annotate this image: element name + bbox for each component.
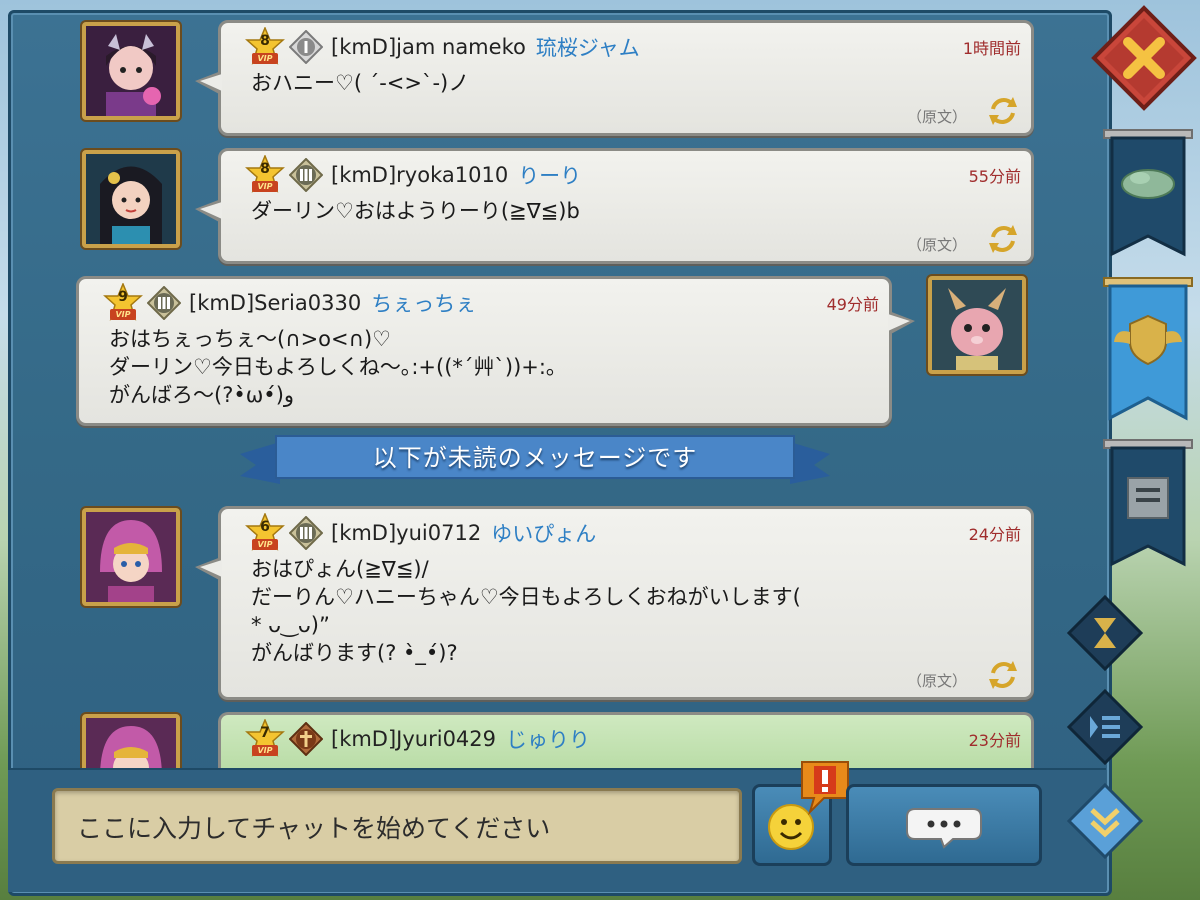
message-text: おハニー♡( ´-<>`-)ノ — [251, 71, 470, 95]
avatar-girl-dark-hair-icon — [86, 154, 176, 244]
scroll-down-icon — [1066, 782, 1144, 860]
message-text: おはちぇっちぇ〜(∩>o<∩)♡ ダーリン♡今日もよろしくね〜｡:+((*´艸`… — [109, 327, 557, 407]
message-time: 23分前 — [968, 731, 1021, 750]
message-bubble: 6 VIP [kmD]yui0712 ゆいぴょん 24分前 おはぴょん(≧∇≦)… — [195, 506, 1034, 700]
message-header: 7 VIP [kmD]Jyuri0429 じゅりり 23分前 — [245, 718, 1021, 759]
username[interactable]: [kmD]Seria0330 — [189, 291, 361, 315]
avatar-pink-armor-girl-icon — [86, 718, 176, 772]
unread-divider-banner: 以下が未読のメッセージです — [240, 432, 830, 488]
message-time: 1時間前 — [962, 39, 1021, 58]
nickname: ちぇっちぇ — [371, 292, 477, 316]
tab-scroll[interactable] — [1100, 434, 1196, 574]
speech-bubble-icon — [906, 808, 982, 849]
message-time: 49分前 — [826, 295, 879, 314]
translate-icon[interactable] — [985, 93, 1021, 129]
message-bubble: 7 VIP [kmD]Jyuri0429 じゅりり 23分前 — [218, 712, 1034, 771]
vip-level: 6 — [260, 519, 270, 535]
send-button[interactable] — [846, 784, 1042, 866]
vip-badge-icon: 6 VIP — [245, 512, 285, 553]
guild-crest-icon — [1103, 277, 1193, 421]
message-text: おはぴょん(≧∇≦)/ だーりん♡ハニーちゃん♡今日もよろしくおねがいします( … — [251, 557, 801, 665]
map-icon — [1103, 129, 1193, 257]
vip-level: 8 — [260, 161, 270, 177]
bubble-tail — [195, 71, 222, 95]
nickname: 琉桜ジャム — [535, 36, 640, 60]
tab-map[interactable] — [1100, 124, 1196, 264]
scroll-to-bottom-button[interactable] — [1066, 782, 1144, 860]
nickname: りーり — [518, 164, 582, 188]
chat-input[interactable]: ここに入力してチャットを始めてください — [52, 788, 742, 864]
vip-tag: VIP — [252, 53, 278, 64]
vip-badge-icon: 9 VIP — [103, 282, 143, 323]
history-button[interactable] — [1066, 594, 1144, 672]
hourglass-icon — [1066, 594, 1144, 672]
nickname: ゆいぴょん — [491, 522, 597, 546]
message-header: 6 VIP [kmD]yui0712 ゆいぴょん 24分前 — [245, 512, 1021, 553]
original-text-link[interactable]: （原文） — [907, 234, 967, 255]
unread-banner-text: 以下が未読のメッセージです — [372, 444, 698, 472]
user-avatar[interactable] — [82, 150, 180, 248]
rank-badge-icon — [288, 29, 324, 65]
username[interactable]: [kmD]jam nameko — [331, 35, 526, 59]
username[interactable]: [kmD]yui0712 — [331, 521, 481, 545]
scroll-icon — [1103, 439, 1193, 567]
tab-guild[interactable] — [1100, 272, 1196, 428]
message-bubble: 9 VIP [kmD]Seria0330 ちぇっちぇ 49分前 おはちぇっちぇ〜… — [76, 276, 915, 426]
translate-icon[interactable] — [985, 221, 1021, 257]
message-bubble: 8 VIP [kmD]ryoka1010 りーり 55分前 ダーリン♡おはようり… — [195, 148, 1034, 264]
close-button[interactable] — [1090, 4, 1198, 112]
original-text-link[interactable]: （原文） — [907, 670, 967, 691]
close-x-icon — [1091, 5, 1197, 111]
message-bubble: 8 VIP [kmD]jam nameko 琉桜ジャム 1時間前 おハニー♡( … — [195, 20, 1034, 136]
vip-tag: VIP — [110, 309, 136, 320]
message-header: 8 VIP [kmD]ryoka1010 りーり 55分前 — [245, 154, 1021, 195]
vip-level: 8 — [260, 33, 270, 49]
rank-badge-icon — [288, 157, 324, 193]
vip-level: 9 — [118, 289, 128, 305]
menu-button[interactable] — [1066, 688, 1144, 766]
bubble-tail — [195, 199, 222, 223]
rank-badge-icon — [146, 285, 182, 321]
vip-badge-icon: 8 VIP — [245, 154, 285, 195]
nickname: じゅりり — [506, 728, 591, 752]
vip-badge-icon: 7 VIP — [245, 718, 285, 759]
bubble-tail — [888, 311, 915, 335]
rank-badge-icon — [288, 515, 324, 551]
list-icon — [1066, 688, 1144, 766]
username[interactable]: [kmD]ryoka1010 — [331, 163, 508, 187]
chat-input-placeholder: ここに入力してチャットを始めてください — [77, 814, 551, 843]
username[interactable]: [kmD]Jyuri0429 — [331, 727, 496, 751]
user-avatar[interactable] — [82, 508, 180, 606]
avatar-pink-creature-icon — [932, 280, 1022, 370]
original-text-link[interactable]: （原文） — [907, 106, 967, 127]
message-text: ダーリン♡おはようりーり(≧∇≦)b — [251, 199, 580, 223]
message-header: 8 VIP [kmD]jam nameko 琉桜ジャム 1時間前 — [245, 26, 1021, 67]
rank-badge-icon — [288, 721, 324, 757]
vip-level: 7 — [260, 725, 270, 741]
avatar-girl-horns-icon — [86, 26, 176, 116]
avatar-pink-armor-girl-icon — [86, 512, 176, 602]
user-avatar[interactable] — [82, 22, 180, 120]
user-avatar[interactable] — [82, 714, 180, 776]
message-time: 24分前 — [968, 525, 1021, 544]
vip-badge-icon: 8 VIP — [245, 26, 285, 67]
translate-icon[interactable] — [985, 657, 1021, 693]
vip-tag: VIP — [252, 745, 278, 756]
message-header: 9 VIP [kmD]Seria0330 ちぇっちぇ 49分前 — [103, 282, 879, 323]
vip-tag: VIP — [252, 181, 278, 192]
user-avatar[interactable] — [928, 276, 1026, 374]
vip-tag: VIP — [252, 539, 278, 550]
bubble-tail — [195, 557, 222, 581]
message-time: 55分前 — [968, 167, 1021, 186]
